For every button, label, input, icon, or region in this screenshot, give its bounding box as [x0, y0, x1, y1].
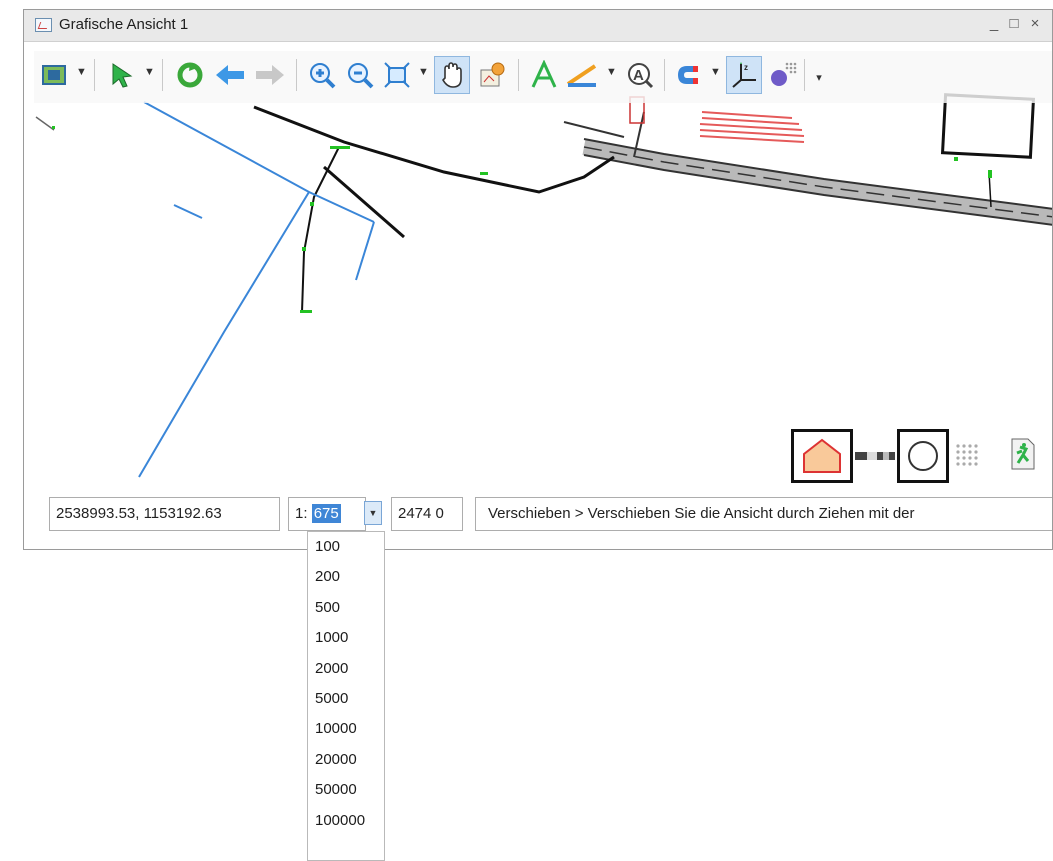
scale-option[interactable]: 1000 [308, 623, 384, 653]
status-bar: 2538993.53, 1153192.63 1: 675 ▼ 2474 0 V… [24, 488, 1052, 548]
road-edge-top [583, 138, 1052, 210]
graphic-view-window: Grafische Ansicht 1 _ □ × ▼ ▼ ▼ ▼ A ▼ z … [23, 9, 1053, 550]
black-line-main [253, 105, 615, 194]
scale-option[interactable]: 100 [308, 532, 384, 562]
zoom-extent-dropdown[interactable]: ▼ [418, 66, 429, 78]
measure-dropdown[interactable]: ▼ [606, 66, 617, 78]
window-title: Grafische Ansicht 1 [59, 16, 189, 33]
refresh-map-icon[interactable] [474, 56, 510, 94]
blue-dash [173, 204, 203, 219]
rotation-field[interactable]: 2474 0 [391, 497, 463, 531]
scale-dropdown-list: 100 200 500 1000 2000 5000 10000 20000 5… [307, 531, 385, 861]
green-markers [52, 126, 992, 313]
toolbar-separator [296, 59, 297, 91]
scale-dropdown-button[interactable]: ▼ [364, 501, 382, 525]
blue-line-3 [355, 221, 375, 281]
exit-figure-icon[interactable] [1008, 437, 1038, 471]
refresh-icon[interactable] [172, 56, 208, 94]
gray-dash [35, 116, 55, 131]
circle-select-button[interactable] [897, 429, 949, 483]
coordinate-axes-icon[interactable]: z [726, 56, 762, 94]
polygon-house-icon [803, 438, 841, 473]
black-line-vertical [301, 146, 340, 313]
maximize-button[interactable]: □ [1006, 15, 1022, 32]
status-message: Verschieben > Verschieben Sie die Ansich… [475, 497, 1052, 531]
layer-view-icon[interactable] [36, 56, 72, 94]
scale-option[interactable]: 200 [308, 562, 384, 592]
blue-line-2 [138, 191, 310, 478]
building-outline [940, 93, 1036, 159]
toolbar-separator [162, 59, 163, 91]
scale-option[interactable]: 100000 [308, 806, 384, 836]
scale-value[interactable]: 675 [311, 504, 341, 523]
scale-prefix: 1: [295, 505, 308, 522]
scale-option[interactable]: 10000 [308, 714, 384, 744]
toolbar-separator [804, 59, 805, 91]
toolbar-separator [518, 59, 519, 91]
grid-snap-icon[interactable] [764, 56, 800, 94]
zoom-in-icon[interactable] [304, 56, 340, 94]
slider-track[interactable] [855, 449, 895, 461]
dot-grid-icon[interactable] [954, 442, 982, 472]
scale-option[interactable]: 5000 [308, 684, 384, 714]
pan-hand-icon[interactable] [434, 56, 470, 94]
scale-option[interactable]: 20000 [308, 745, 384, 775]
title-bar[interactable]: Grafische Ansicht 1 _ □ × [24, 10, 1052, 42]
snap-dropdown[interactable]: ▼ [710, 66, 721, 78]
svg-text:A: A [633, 67, 644, 84]
select-arrow-icon[interactable] [104, 56, 140, 94]
measure-icon[interactable] [564, 56, 600, 94]
scale-combobox[interactable]: 1: 675 [288, 497, 366, 531]
scale-option[interactable]: 50000 [308, 775, 384, 805]
layer-view-dropdown[interactable]: ▼ [76, 66, 87, 78]
map-window-icon [35, 18, 52, 32]
svg-text:z: z [744, 63, 748, 72]
zoom-extent-icon[interactable] [379, 56, 415, 94]
forward-arrow-icon[interactable] [252, 56, 288, 94]
road-band [582, 139, 1052, 225]
minimize-button[interactable]: _ [986, 15, 1002, 32]
map-canvas[interactable] [24, 42, 1053, 482]
toolbar-separator [664, 59, 665, 91]
coordinates-display: 2538993.53, 1153192.63 [49, 497, 280, 531]
text-icon[interactable] [526, 56, 562, 94]
zoom-out-icon[interactable] [342, 56, 378, 94]
scale-option[interactable]: 2000 [308, 654, 384, 684]
back-arrow-icon[interactable] [212, 56, 248, 94]
snap-magnet-icon[interactable] [670, 56, 706, 94]
toolbar-separator [94, 59, 95, 91]
black-line-diagonal [323, 165, 405, 239]
find-text-icon[interactable]: A [622, 56, 658, 94]
slider-track-icon [855, 452, 895, 460]
circle-select-icon [908, 441, 938, 471]
blue-line-1 [143, 101, 375, 223]
road-branch [563, 121, 625, 138]
close-button[interactable]: × [1027, 15, 1043, 32]
polygon-house-button[interactable] [791, 429, 853, 483]
red-hatch [699, 111, 805, 143]
toolbar: ▼ ▼ ▼ ▼ A ▼ z ▾ [34, 51, 1052, 103]
select-dropdown[interactable]: ▼ [144, 66, 155, 78]
toolbar-overflow-icon[interactable]: ▾ [814, 71, 824, 84]
scale-option[interactable]: 500 [308, 593, 384, 623]
